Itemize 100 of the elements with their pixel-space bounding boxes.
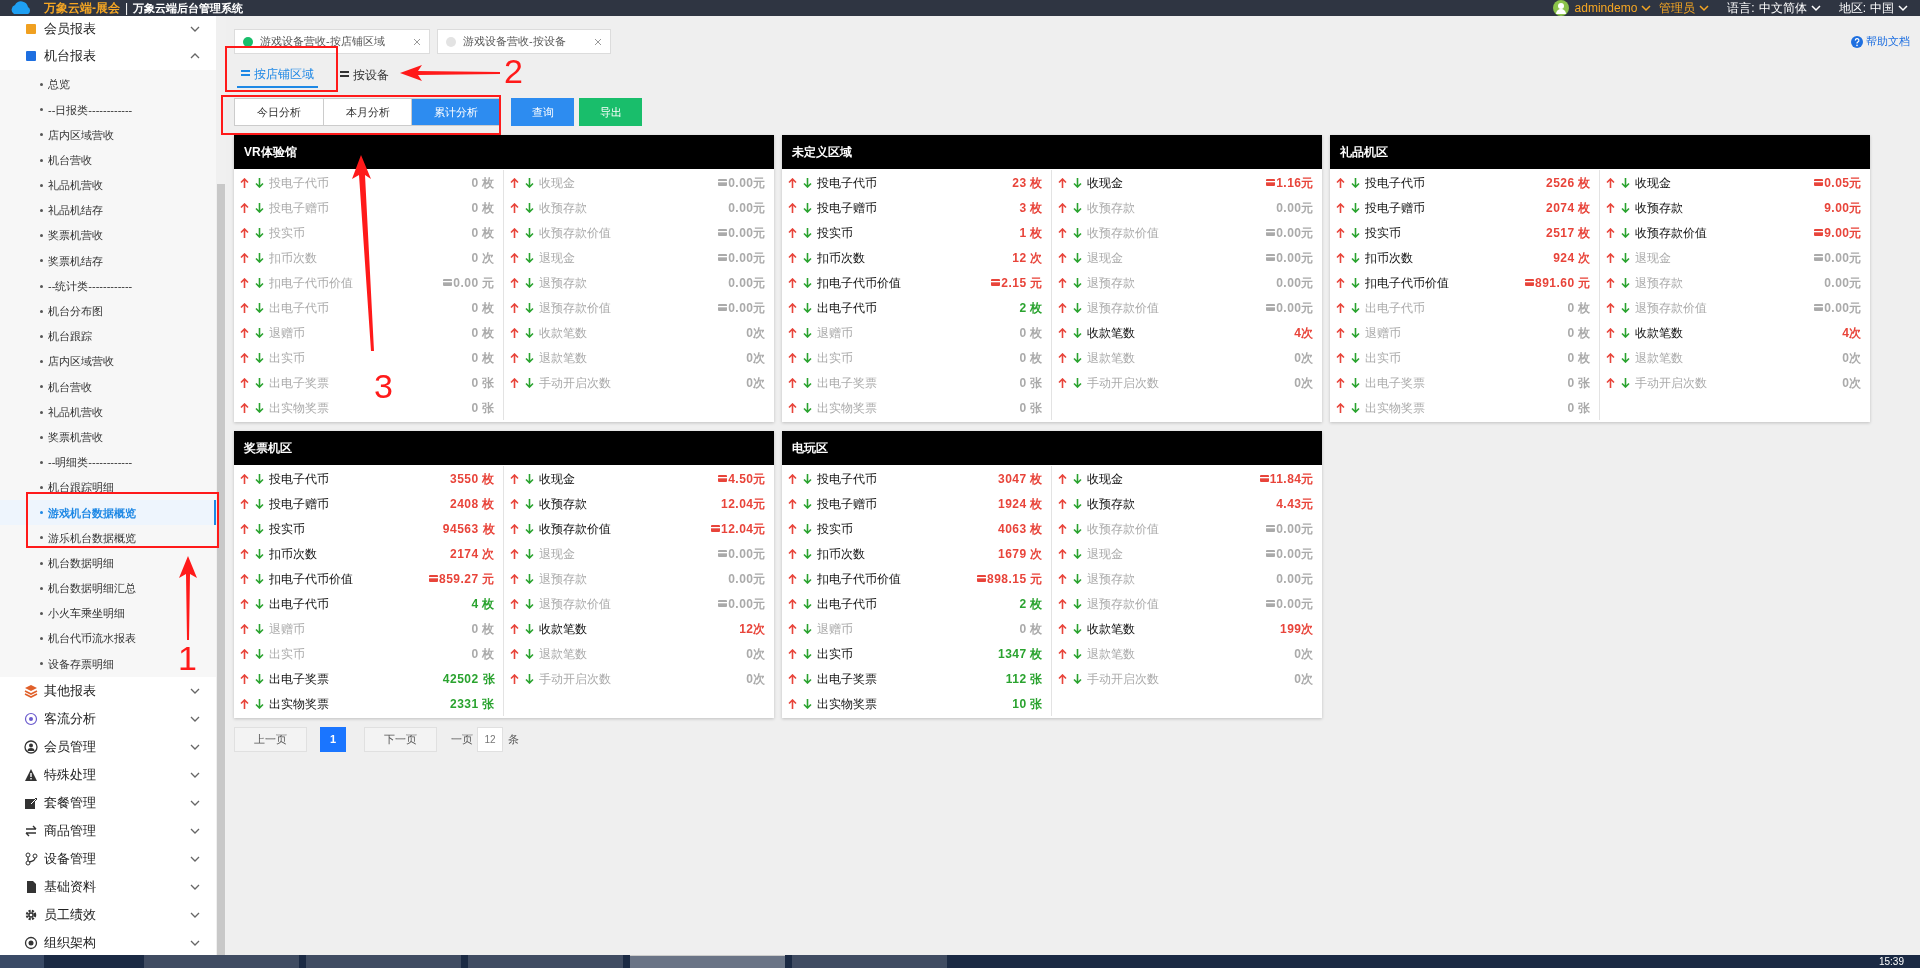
menu-item[interactable]: 店内区域营收 — [40, 122, 114, 148]
menu-item[interactable]: 礼品机结存 — [40, 197, 103, 224]
metric-label: 收预存款 — [1635, 199, 1683, 217]
menu-item[interactable]: 奖票机结存 — [40, 248, 103, 274]
menu-item[interactable]: 礼品机营收 — [40, 399, 103, 425]
up-arrow-icon — [240, 473, 249, 484]
bullet-icon — [40, 460, 43, 464]
up-arrow-icon — [1336, 202, 1345, 213]
next-page-button[interactable]: 下一页 — [364, 727, 437, 752]
down-arrow-icon — [1073, 227, 1082, 238]
page-tab[interactable]: 游戏设备营收-按设备 — [437, 29, 611, 54]
menu-item[interactable]: --日报类------------ — [40, 97, 133, 123]
page-size-field[interactable]: 12 — [477, 727, 503, 752]
down-arrow-icon — [255, 202, 264, 213]
menu-item[interactable]: 机台跟踪明细 — [40, 475, 114, 501]
menu-group[interactable]: 基础资料 — [0, 872, 216, 901]
up-arrow-icon — [1336, 277, 1345, 288]
taskbar-button[interactable] — [630, 955, 785, 968]
menu-group[interactable]: 其他报表 — [0, 676, 216, 705]
bullet-icon — [40, 284, 43, 288]
menu-item[interactable]: 奖票机营收 — [40, 424, 103, 450]
metric-value: 3 枚 — [1019, 199, 1043, 217]
menu-item[interactable]: 店内区域营收 — [40, 349, 114, 375]
metric-value: 0次 — [1294, 670, 1314, 688]
menu-group[interactable]: 会员管理 — [0, 732, 216, 761]
down-arrow-icon — [525, 177, 534, 188]
down-arrow-icon — [1073, 352, 1082, 363]
menu-item[interactable]: 总览 — [40, 72, 70, 98]
language-menu[interactable]: 中文简体 — [1758, 1, 1807, 15]
up-arrow-icon — [1058, 548, 1067, 559]
down-arrow-icon — [803, 498, 812, 509]
menu-item[interactable]: 机台跟踪 — [40, 323, 92, 350]
menu-group[interactable]: 客流分析 — [0, 704, 216, 733]
metric-label: 扣币次数 — [817, 545, 865, 563]
menu-item[interactable]: 机台营收 — [40, 147, 92, 173]
up-arrow-icon — [788, 548, 797, 559]
menu-item[interactable]: 机台代币流水报表 — [40, 626, 136, 652]
down-arrow-icon — [525, 573, 534, 584]
up-arrow-icon — [510, 498, 519, 509]
up-arrow-icon — [510, 327, 519, 338]
up-arrow-icon — [788, 673, 797, 684]
up-arrow-icon — [240, 202, 249, 213]
menu-label: 会员报表 — [44, 20, 97, 39]
metric-value: 0 枚 — [471, 199, 495, 217]
menu-group[interactable]: 员工绩效 — [0, 900, 216, 929]
metric-value: 0.00元 — [1276, 570, 1314, 588]
page-button[interactable]: 1 — [320, 727, 346, 752]
menu-item-label: 设备存票明细 — [48, 656, 114, 672]
menu-label: 套餐管理 — [44, 793, 97, 812]
menu-label: 组织架构 — [44, 933, 97, 952]
menu-item[interactable]: 礼品机营收 — [40, 172, 103, 198]
role-menu[interactable]: 管理员 — [1659, 1, 1696, 15]
metric-value: 924 次 — [1553, 249, 1591, 267]
page-tab[interactable]: 游戏设备营收-按店铺区域 — [234, 29, 430, 54]
up-arrow-icon — [1606, 277, 1615, 288]
menu-item-label: 机台营收 — [48, 379, 92, 395]
scrollbar-thumb[interactable] — [217, 184, 225, 955]
menu-group[interactable]: 套餐管理 — [0, 788, 216, 817]
menu-item[interactable]: --明细类------------ — [40, 449, 133, 475]
down-arrow-icon — [1621, 177, 1630, 188]
down-arrow-icon — [1351, 177, 1360, 188]
menu-item[interactable]: 游乐机台数据概览 — [40, 525, 136, 551]
menu-item[interactable]: 机台数据明细汇总 — [40, 575, 136, 601]
metric-value: 0次 — [746, 374, 766, 392]
down-arrow-icon — [1621, 352, 1630, 363]
caret-icon — [1810, 4, 1821, 12]
menu-item-label: 礼品机营收 — [48, 178, 103, 194]
menu-item[interactable]: 机台营收 — [40, 374, 92, 400]
menu-item[interactable]: 机台数据明细 — [40, 550, 114, 576]
layers-icon — [24, 683, 38, 698]
menu-group[interactable]: 特殊处理 — [0, 760, 216, 789]
down-arrow-icon — [525, 202, 534, 213]
menu-item[interactable]: 奖票机营收 — [40, 223, 103, 249]
start-button[interactable] — [0, 955, 44, 968]
down-arrow-icon — [1073, 648, 1082, 659]
down-arrow-icon — [525, 548, 534, 559]
menu-group[interactable]: 会员报表 — [0, 16, 216, 42]
bullet-icon — [40, 637, 43, 641]
menu-group[interactable]: 设备管理 — [0, 844, 216, 873]
metric-label: 退赠币 — [817, 620, 853, 638]
region-menu[interactable]: 中国 — [1870, 1, 1894, 15]
user-name[interactable]: admindemo — [1574, 1, 1638, 15]
metric-label: 投电子代币 — [1365, 174, 1425, 192]
menu-group[interactable]: 商品管理 — [0, 816, 216, 845]
help-link[interactable]: 帮助文档 — [1851, 33, 1910, 50]
down-arrow-icon — [1073, 377, 1082, 388]
caret-icon — [1641, 4, 1652, 12]
menu-group[interactable]: 组织架构 — [0, 928, 216, 957]
menu-group[interactable]: 机台报表 — [0, 42, 216, 70]
menu-item[interactable]: 设备存票明细 — [40, 651, 114, 677]
menu-item[interactable]: 小火车乘坐明细 — [40, 600, 125, 627]
bullet-icon — [40, 158, 43, 162]
down-arrow-icon — [803, 402, 812, 413]
previous-page-button[interactable]: 上一页 — [234, 727, 307, 752]
metric-label: 退预存款价值 — [1635, 299, 1707, 317]
menu-label: 其他报表 — [44, 681, 97, 700]
menu-item[interactable]: 机台分布图 — [40, 298, 103, 324]
view-tab[interactable]: 按设备 — [336, 61, 393, 88]
menu-item[interactable]: --统计类------------ — [40, 273, 133, 299]
up-arrow-icon — [240, 252, 249, 263]
